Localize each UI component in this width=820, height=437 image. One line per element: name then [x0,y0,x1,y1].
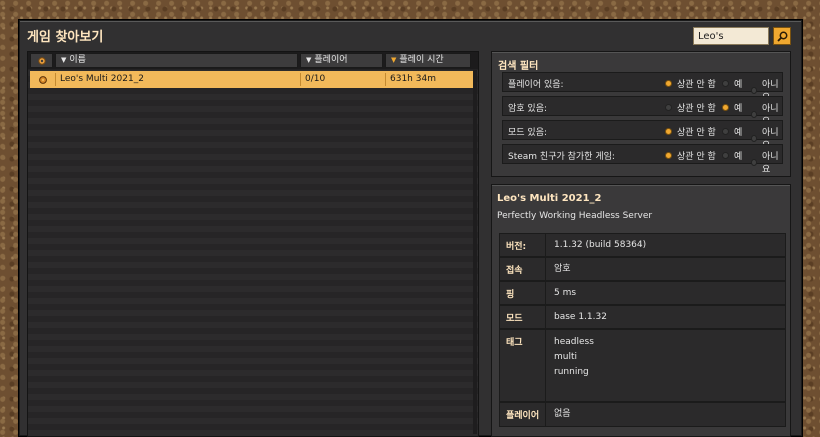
title-bar: 게임 찾아보기 Leo's [20,21,801,51]
column-header-playtime[interactable]: ▼ 플레이 시간 [385,53,471,68]
server-detail-panel: Leo's Multi 2021_2 Perfectly Working Hea… [491,184,791,437]
search-input[interactable]: Leo's [693,27,769,45]
radio-label: 예 [734,104,743,114]
server-playtime-cell: 631h 34m [385,73,473,86]
filter-label: 모드 있음: [508,128,548,138]
column-header-playtime-label: 플레이 시간 [399,55,444,65]
radio-label: 상관 안 함 [677,128,716,138]
server-name-cell: Leo's Multi 2021_2 [55,73,300,86]
detail-row-tags: 태그 headless multi running [499,329,786,402]
detail-row-mods: 모드 base 1.1.32 [499,305,786,329]
radio-label: 아니요 [762,152,779,175]
detail-label-ping: 핑 [500,282,546,304]
radio-label: 예 [734,128,743,138]
filter-label: 플레이어 있음: [508,80,564,90]
radio-button-icon [722,128,729,135]
radio-label: 예 [734,80,743,90]
detail-value-players: 없음 [554,409,571,419]
radio-label: 상관 안 함 [677,152,716,162]
server-detail-description: Perfectly Working Headless Server [497,211,653,221]
filter-title: 검색 필터 [498,61,539,72]
server-detail-name: Leo's Multi 2021_2 [497,193,602,204]
radio-label: 예 [734,152,743,162]
list-scrollbar[interactable] [473,70,477,434]
filter-row: 암호 있음:상관 안 함예아니요 [502,96,783,127]
filter-radio-option[interactable]: 상관 안 함 [665,125,716,138]
sort-down-icon: ▼ [61,56,67,64]
server-list-header: ▼ 이름 ▼ 플레이어 ▼ 플레이 시간 [28,52,478,69]
filter-label: Steam 친구가 참가한 게임: [508,152,615,162]
gear-icon [37,56,46,65]
detail-row-players: 플레이어 없음 [499,402,786,427]
sort-down-icon: ▼ [391,56,397,64]
radio-button-icon [722,80,729,87]
detail-row-access: 접속 암호 [499,257,786,281]
search-button[interactable] [773,27,791,45]
server-list: ▼ 이름 ▼ 플레이어 ▼ 플레이 시간 Leo's Multi 2021_2 0/1… [27,51,479,437]
detail-label-tags: 태그 [500,330,546,401]
detail-value-access: 암호 [554,264,571,274]
filter-row: Steam 친구가 참가한 게임: 상관 안 함 예 아니요 [502,144,783,175]
radio-button-icon [665,80,672,87]
server-list-body: Leo's Multi 2021_2 0/10 631h 34m [28,70,478,436]
filter-radio-option[interactable]: 상관 안 함 [665,149,716,162]
detail-label-access: 접속 [500,258,546,280]
detail-row-version: 버전: 1.1.32 (build 58364) [499,233,786,257]
search-filter-panel: 검색 필터 플레이어 있음:상관 안 함예아니요암호 있음:상관 안 함예아니요… [491,51,791,177]
server-icon-cell [30,73,55,86]
filter-radio-option[interactable]: 예 [722,125,742,138]
detail-label-version: 버전: [500,234,546,256]
radio-button-icon [751,110,758,118]
table-row[interactable]: Leo's Multi 2021_2 0/10 631h 34m [30,71,473,88]
sort-down-icon: ▼ [306,56,312,64]
radio-button-icon [751,158,758,166]
filter-radio-option[interactable]: 아니요 [751,149,782,175]
filter-radio-option[interactable]: 예 [722,77,742,90]
radio-button-icon [665,128,672,135]
tag-item: running [554,367,589,377]
browse-games-window: 게임 찾아보기 Leo's ▼ 이름 ▼ 플레이어 ▼ 플레이 시간 Leo's… [19,20,802,437]
filter-radio-option[interactable]: 상관 안 함 [665,77,716,90]
column-header-name-label: 이름 [69,55,86,65]
radio-button-icon [665,104,672,111]
column-header-name[interactable]: ▼ 이름 [55,53,298,68]
filter-label: 암호 있음: [508,104,548,114]
tag-item: multi [554,352,578,362]
detail-label-mods: 모드 [500,306,546,328]
detail-value-version: 1.1.32 (build 58364) [554,240,647,250]
filter-radio-option[interactable]: 예 [722,149,742,162]
tag-item: headless [554,337,594,347]
radio-label: 상관 안 함 [677,104,716,114]
column-header-players-label: 플레이어 [314,55,348,65]
detail-row-ping: 핑 5 ms [499,281,786,305]
detail-label-players: 플레이어 [500,403,546,426]
server-players-cell: 0/10 [300,73,385,86]
detail-value-mods: base 1.1.32 [554,312,607,322]
radio-label: 상관 안 함 [677,80,716,90]
filter-radio-option[interactable]: 예 [722,101,742,114]
search-icon [776,31,787,42]
radio-button-icon [722,104,729,111]
radio-button-icon [751,134,758,142]
radio-button-icon [722,152,729,159]
column-header-players[interactable]: ▼ 플레이어 [300,53,383,68]
filter-radio-option[interactable]: 상관 안 함 [665,101,716,114]
radio-button-icon [665,152,672,159]
detail-value-tags: headless multi running [554,335,594,380]
filter-row: 모드 있음:상관 안 함예아니요 [502,120,783,151]
gear-icon [38,75,47,84]
radio-button-icon [751,86,758,94]
detail-value-ping: 5 ms [554,288,577,298]
window-title: 게임 찾아보기 [27,30,104,45]
column-header-icon[interactable] [30,53,53,68]
filter-row: 플레이어 있음:상관 안 함예아니요 [502,72,783,103]
